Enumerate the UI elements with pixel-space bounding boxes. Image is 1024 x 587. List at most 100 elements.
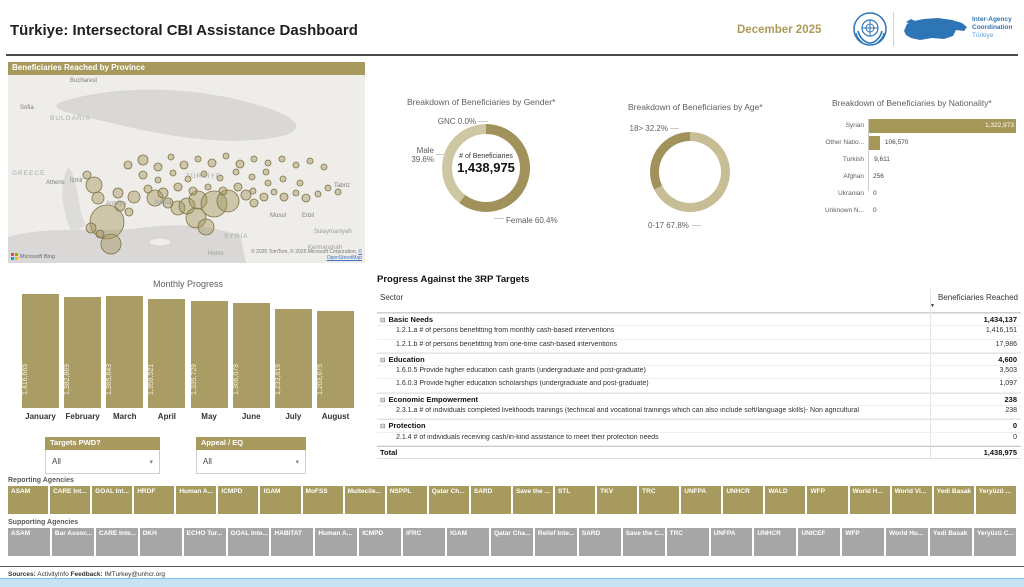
supporting-agency-chip[interactable]: HABITAT (271, 528, 313, 556)
supporting-agency-chip[interactable]: UNICEF (798, 528, 840, 556)
nationality-chart-title: Breakdown of Beneficiaries by Nationalit… (832, 98, 992, 108)
supporting-agency-chip[interactable]: ICMPD (359, 528, 401, 556)
reporting-agency-chip[interactable]: Yeryüzü ... (976, 486, 1016, 514)
bing-map[interactable]: BucharestSofiaBULGARIAAthensGREECEİzmirA… (8, 75, 365, 263)
sector-column-header[interactable]: Sector (380, 293, 403, 302)
supporting-agency-chip[interactable]: DKH (140, 528, 182, 556)
supporting-agency-chip[interactable]: IFRC (403, 528, 445, 556)
supporting-agency-chip[interactable]: TRC (667, 528, 709, 556)
monthly-bars: 1,416,6651,382,8691,385,6431,359,5211,33… (22, 294, 354, 408)
targets-pwd-filter-label: Targets PWD? (45, 437, 160, 450)
map-place-label: Tabriz (334, 183, 350, 189)
reporting-agency-chip[interactable]: ASAM (8, 486, 48, 514)
monthly-bar-value: 1,385,643 (106, 297, 143, 397)
reporting-agency-chip[interactable]: UNFPA (681, 486, 721, 514)
female-slice-label: Female 60.4% (506, 216, 558, 225)
reporting-agency-chip[interactable]: World Vi... (892, 486, 932, 514)
monthly-axis-label: July (275, 412, 312, 421)
reporting-agency-chip[interactable]: ICMPD (218, 486, 258, 514)
monthly-bar-column: 1,416,665 (22, 294, 59, 408)
reporting-agency-chip[interactable]: HRDF (134, 486, 174, 514)
reporting-agency-chip[interactable]: WALD (765, 486, 805, 514)
table-row: 2.1.4 # of individuals receiving cash/in… (377, 433, 1021, 446)
table-row: 1.2.1.b # of persons benefitting from on… (377, 340, 1021, 353)
nationality-value-label: 9,611 (874, 156, 890, 163)
reporting-agency-chip[interactable]: STL (555, 486, 595, 514)
reporting-agency-chip[interactable]: Save the ... (513, 486, 553, 514)
table-row-label: 1.2.1.b # of persons benefitting from on… (380, 341, 925, 348)
reporting-agency-chip[interactable]: WFP (807, 486, 847, 514)
targets-table-panel: Progress Against the 3RP Targets Sector … (377, 274, 1023, 464)
nationality-chart-panel: Breakdown of Beneficiaries by Nationalit… (820, 90, 1022, 235)
appeal-eq-filter-label: Appeal / EQ (196, 437, 306, 450)
reporting-agency-chip[interactable]: IGAM (260, 486, 300, 514)
age-donut[interactable] (650, 132, 730, 212)
supporting-agency-chip[interactable]: ECHO Tur... (184, 528, 226, 556)
monthly-chart-panel: Monthly Progress 1,416,6651,382,8691,385… (8, 276, 368, 428)
collapse-icon[interactable]: ⊟ (380, 397, 385, 404)
reporting-agency-chip[interactable]: TKV (597, 486, 637, 514)
table-row-value: 1,416,151 (986, 327, 1017, 334)
collapse-icon[interactable]: ⊟ (380, 423, 385, 430)
table-row: 1.2.1.a # of persons benefitting from mo… (377, 326, 1021, 339)
supporting-agency-chip[interactable]: World Hu... (886, 528, 928, 556)
supporting-agency-chip[interactable]: GOAL Inte... (228, 528, 270, 556)
reporting-agency-chip[interactable]: MoFSS (303, 486, 343, 514)
supporting-agency-chip[interactable]: Save the C... (623, 528, 665, 556)
map-place-label: Homs (208, 251, 224, 257)
beneficiaries-column-header[interactable]: Beneficiaries Reached (938, 293, 1018, 302)
feedback-email[interactable]: IMTurkey@unhcr.org (105, 571, 166, 578)
supporting-agency-chip[interactable]: CARE Inte... (96, 528, 138, 556)
supporting-agencies-row: ASAMBar Assoc...CARE Inte...DKHECHO Tur.… (8, 528, 1016, 556)
table-header-row: Sector Beneficiaries Reached ▼ (377, 289, 1021, 313)
turkiye-map-logo-icon (898, 13, 970, 52)
nationality-bar-row: Ukranian0 (820, 186, 1022, 203)
nationality-category-label: Afghan (820, 173, 864, 180)
reporting-agency-chip[interactable]: UNHCR (723, 486, 763, 514)
reporting-agency-chip[interactable]: Multecile... (345, 486, 385, 514)
collapse-icon[interactable]: ⊟ (380, 317, 385, 324)
supporting-agency-chip[interactable]: SARD (579, 528, 621, 556)
supporting-agency-chip[interactable]: ASAM (8, 528, 50, 556)
supporting-agency-chip[interactable]: Human A... (315, 528, 357, 556)
supporting-agency-chip[interactable]: Bar Assoc... (52, 528, 94, 556)
dashboard: Türkiye: Intersectoral CBI Assistance Da… (0, 0, 1024, 587)
nationality-bar[interactable] (868, 136, 880, 150)
supporting-agency-chip[interactable]: Yedi Basak (930, 528, 972, 556)
gender-donut-center: # of Beneficiaries 1,438,975 (442, 153, 530, 175)
collapse-icon[interactable]: ⊟ (380, 357, 385, 364)
appeal-eq-dropdown[interactable]: All ▾ (196, 450, 306, 474)
monthly-axis-label: April (148, 412, 185, 421)
reporting-agency-chip[interactable]: CARE Int... (50, 486, 90, 514)
monthly-bar-value: 1,359,521 (148, 297, 185, 397)
table-row-value: 1,438,975 (984, 448, 1017, 457)
reporting-agency-chip[interactable]: TRC (639, 486, 679, 514)
nationality-bar-area: 106,570 (868, 136, 1018, 150)
monthly-axis-label: June (233, 412, 270, 421)
map-attribution: © 2025 TomTom, © 2025 Microsoft Corporat… (242, 249, 362, 261)
monthly-bar-column: 1,233,819 (275, 294, 312, 408)
monthly-bar-column: 1,385,643 (106, 294, 143, 408)
supporting-agency-chip[interactable]: UNHCR (754, 528, 796, 556)
reporting-agency-chip[interactable]: SARD (471, 486, 511, 514)
reporting-agency-chip[interactable]: GOAL Int... (92, 486, 132, 514)
supporting-agency-chip[interactable]: Yeryüzü C... (974, 528, 1016, 556)
monthly-bar-column: 1,306,078 (233, 294, 270, 408)
reporting-agency-chip[interactable]: Human A... (176, 486, 216, 514)
table-row: ⊟Protection0 (377, 419, 1021, 432)
nationality-category-label: Turkish (820, 156, 864, 163)
supporting-agency-chip[interactable]: Relief Inte... (535, 528, 577, 556)
reporting-agency-chip[interactable]: NSPPL (387, 486, 427, 514)
supporting-agency-chip[interactable]: UNFPA (711, 528, 753, 556)
reporting-agency-chip[interactable]: Qatar Ch... (429, 486, 469, 514)
table-row-label: ⊟Protection (380, 421, 925, 430)
supporting-agency-chip[interactable]: IGAM (447, 528, 489, 556)
map-place-label: Athens (46, 180, 65, 186)
supporting-agency-chip[interactable]: Qatar Cha... (491, 528, 533, 556)
supporting-agency-chip[interactable]: WFP (842, 528, 884, 556)
targets-pwd-dropdown[interactable]: All ▾ (45, 450, 160, 474)
nationality-bar-row: Afghan256 (820, 169, 1022, 186)
reporting-agency-chip[interactable]: World H... (850, 486, 890, 514)
monthly-chart-title: Monthly Progress (8, 279, 368, 289)
reporting-agency-chip[interactable]: Yedi Basak (934, 486, 974, 514)
